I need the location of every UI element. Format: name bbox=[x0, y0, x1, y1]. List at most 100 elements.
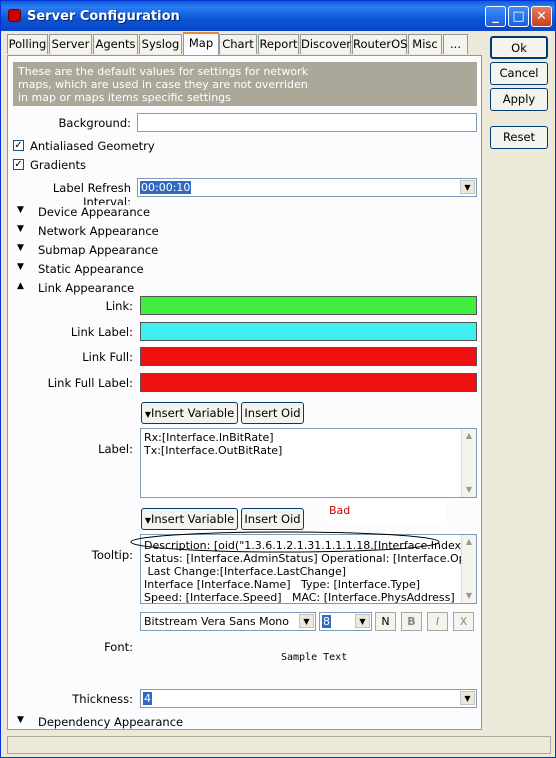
button-label: Insert Variable bbox=[150, 512, 235, 526]
background-field[interactable] bbox=[137, 113, 477, 132]
thickness-combo[interactable]: 4 ▼ bbox=[140, 689, 477, 708]
collapse-arrow-icon[interactable]: ▼ bbox=[17, 715, 24, 725]
font-strikeout-button[interactable]: X bbox=[453, 612, 474, 631]
section-device-appearance[interactable]: ▼ Device Appearance bbox=[15, 205, 477, 219]
button-label: Insert Oid bbox=[244, 406, 301, 420]
tab-misc[interactable]: Misc bbox=[408, 34, 442, 54]
chevron-down-icon[interactable]: ▼ bbox=[460, 691, 475, 705]
scroll-up-icon[interactable]: ▲ bbox=[462, 429, 476, 443]
thickness-value: 4 bbox=[143, 692, 152, 705]
tab-map[interactable]: Map bbox=[183, 32, 219, 55]
chevron-down-icon[interactable]: ▼ bbox=[299, 614, 314, 628]
link-label-color-swatch[interactable] bbox=[140, 322, 477, 341]
tab-agents[interactable]: Agents bbox=[93, 34, 138, 54]
close-button[interactable]: ✕ bbox=[531, 6, 552, 27]
tab-server[interactable]: Server bbox=[49, 34, 92, 54]
tooltip-scrollbar[interactable]: ▲ ▼ bbox=[461, 535, 476, 603]
tab-label: Misc bbox=[412, 37, 438, 51]
tooltip-insert-variable-button[interactable]: ▼Insert Variable bbox=[141, 508, 238, 530]
font-size-combo[interactable]: 8 ▼ bbox=[319, 612, 372, 631]
font-size-value: 8 bbox=[322, 615, 331, 628]
label-insert-variable-button[interactable]: ▼Insert Variable bbox=[141, 402, 238, 424]
tab-chart[interactable]: Chart bbox=[219, 34, 257, 54]
chevron-down-icon[interactable]: ▼ bbox=[460, 180, 475, 194]
section-title: Static Appearance bbox=[38, 262, 147, 276]
bad-annotation-text: Bad bbox=[329, 504, 351, 517]
highlight-ellipse bbox=[130, 531, 440, 553]
section-title: Device Appearance bbox=[38, 205, 154, 219]
tooltip-line: Last Change:[Interface.LastChange] bbox=[144, 565, 347, 578]
tab-label: RouterOS bbox=[353, 37, 408, 51]
tab-label: Map bbox=[188, 36, 214, 50]
section-dependency-appearance[interactable]: ▼ Dependency Appearance bbox=[15, 715, 477, 729]
section-title: Submap Appearance bbox=[38, 243, 162, 257]
collapse-arrow-icon[interactable]: ▼ bbox=[17, 205, 24, 215]
scroll-down-icon[interactable]: ▼ bbox=[462, 483, 476, 497]
info-line: maps, which are used in case they are no… bbox=[18, 78, 308, 91]
chevron-down-icon[interactable]: ▼ bbox=[355, 614, 370, 628]
section-static-appearance[interactable]: ▼ Static Appearance bbox=[15, 262, 477, 276]
section-network-appearance[interactable]: ▼ Network Appearance bbox=[15, 224, 477, 238]
server-configuration-window: Server Configuration _ □ ✕ Polling Serve… bbox=[0, 0, 556, 758]
gradients-label: Gradients bbox=[30, 158, 87, 172]
tooltip-insert-oid-button[interactable]: Insert Oid bbox=[241, 508, 304, 530]
antialiased-label: Antialiased Geometry bbox=[30, 139, 155, 153]
label-line: Tx:[Interface.OutBitRate] bbox=[144, 444, 283, 457]
label-refresh-combo[interactable]: 00:00:10 ▼ bbox=[137, 178, 477, 197]
tab-polling[interactable]: Polling bbox=[7, 34, 48, 54]
collapse-arrow-icon[interactable]: ▼ bbox=[17, 262, 24, 272]
section-submap-appearance[interactable]: ▼ Submap Appearance bbox=[15, 243, 477, 257]
tab-syslog[interactable]: Syslog bbox=[139, 34, 182, 54]
button-label: Insert Oid bbox=[244, 512, 301, 526]
link-full-color-label: Link Full: bbox=[82, 350, 133, 364]
link-color-swatch[interactable] bbox=[140, 296, 477, 315]
reset-button[interactable]: Reset bbox=[490, 126, 548, 149]
tab-label: Polling bbox=[8, 37, 47, 51]
label-refresh-value: 00:00:10 bbox=[140, 181, 192, 194]
link-full-label-color-swatch[interactable] bbox=[140, 373, 477, 392]
info-box: These are the default values for setting… bbox=[13, 62, 477, 106]
label-line: Rx:[Interface.InBitRate] bbox=[144, 431, 274, 444]
info-line: These are the default values for setting… bbox=[18, 65, 309, 78]
app-icon bbox=[8, 9, 21, 22]
collapse-arrow-icon[interactable]: ▼ bbox=[17, 224, 24, 234]
tab-label: Server bbox=[51, 37, 90, 51]
expand-arrow-icon[interactable]: ▲ bbox=[17, 281, 24, 291]
section-title: Network Appearance bbox=[38, 224, 162, 238]
cancel-button[interactable]: Cancel bbox=[490, 62, 548, 85]
tab-label: Discover bbox=[301, 37, 352, 51]
maximize-button[interactable]: □ bbox=[508, 6, 529, 27]
collapse-arrow-icon[interactable]: ▼ bbox=[17, 243, 24, 253]
font-family-combo[interactable]: Bitstream Vera Sans Mono ▼ bbox=[140, 612, 316, 631]
ok-button[interactable]: Ok bbox=[490, 36, 548, 59]
label-scrollbar[interactable]: ▲ ▼ bbox=[461, 429, 476, 497]
tab-label: Syslog bbox=[141, 37, 180, 51]
section-title: Dependency Appearance bbox=[38, 715, 187, 729]
tab-routeros[interactable]: RouterOS bbox=[352, 34, 407, 54]
scroll-down-icon[interactable]: ▼ bbox=[462, 589, 476, 603]
font-italic-button[interactable]: I bbox=[427, 612, 448, 631]
font-normal-button[interactable]: N bbox=[375, 612, 396, 631]
antialiased-checkbox[interactable]: ✓ bbox=[13, 140, 24, 151]
tab-discover[interactable]: Discover bbox=[300, 34, 351, 54]
window-title: Server Configuration bbox=[27, 9, 180, 24]
label-textarea[interactable]: Rx:[Interface.InBitRate] Tx:[Interface.O… bbox=[140, 428, 477, 498]
scroll-up-icon[interactable]: ▲ bbox=[462, 535, 476, 549]
link-color-label: Link: bbox=[105, 299, 133, 313]
label-insert-oid-button[interactable]: Insert Oid bbox=[241, 402, 304, 424]
tab-more[interactable]: ... bbox=[443, 34, 468, 54]
tab-report[interactable]: Report bbox=[258, 34, 299, 54]
font-bold-button[interactable]: B bbox=[401, 612, 422, 631]
font-label: Font: bbox=[104, 640, 133, 654]
tooltip-line: Interface [Interface.Name] Type: [Interf… bbox=[144, 578, 421, 591]
minimize-button[interactable]: _ bbox=[485, 6, 506, 27]
tooltip-field-label: Tooltip: bbox=[91, 548, 133, 562]
section-link-appearance[interactable]: ▲ Link Appearance bbox=[15, 281, 477, 295]
link-full-color-swatch[interactable] bbox=[140, 347, 477, 366]
gradients-checkbox[interactable]: ✓ bbox=[13, 159, 24, 170]
apply-button[interactable]: Apply bbox=[490, 88, 548, 111]
button-label: Insert Variable bbox=[150, 406, 235, 420]
title-bar[interactable]: Server Configuration _ □ ✕ bbox=[1, 1, 555, 31]
background-label: Background: bbox=[58, 116, 131, 130]
bad-annotation-box: Bad bbox=[326, 502, 446, 526]
